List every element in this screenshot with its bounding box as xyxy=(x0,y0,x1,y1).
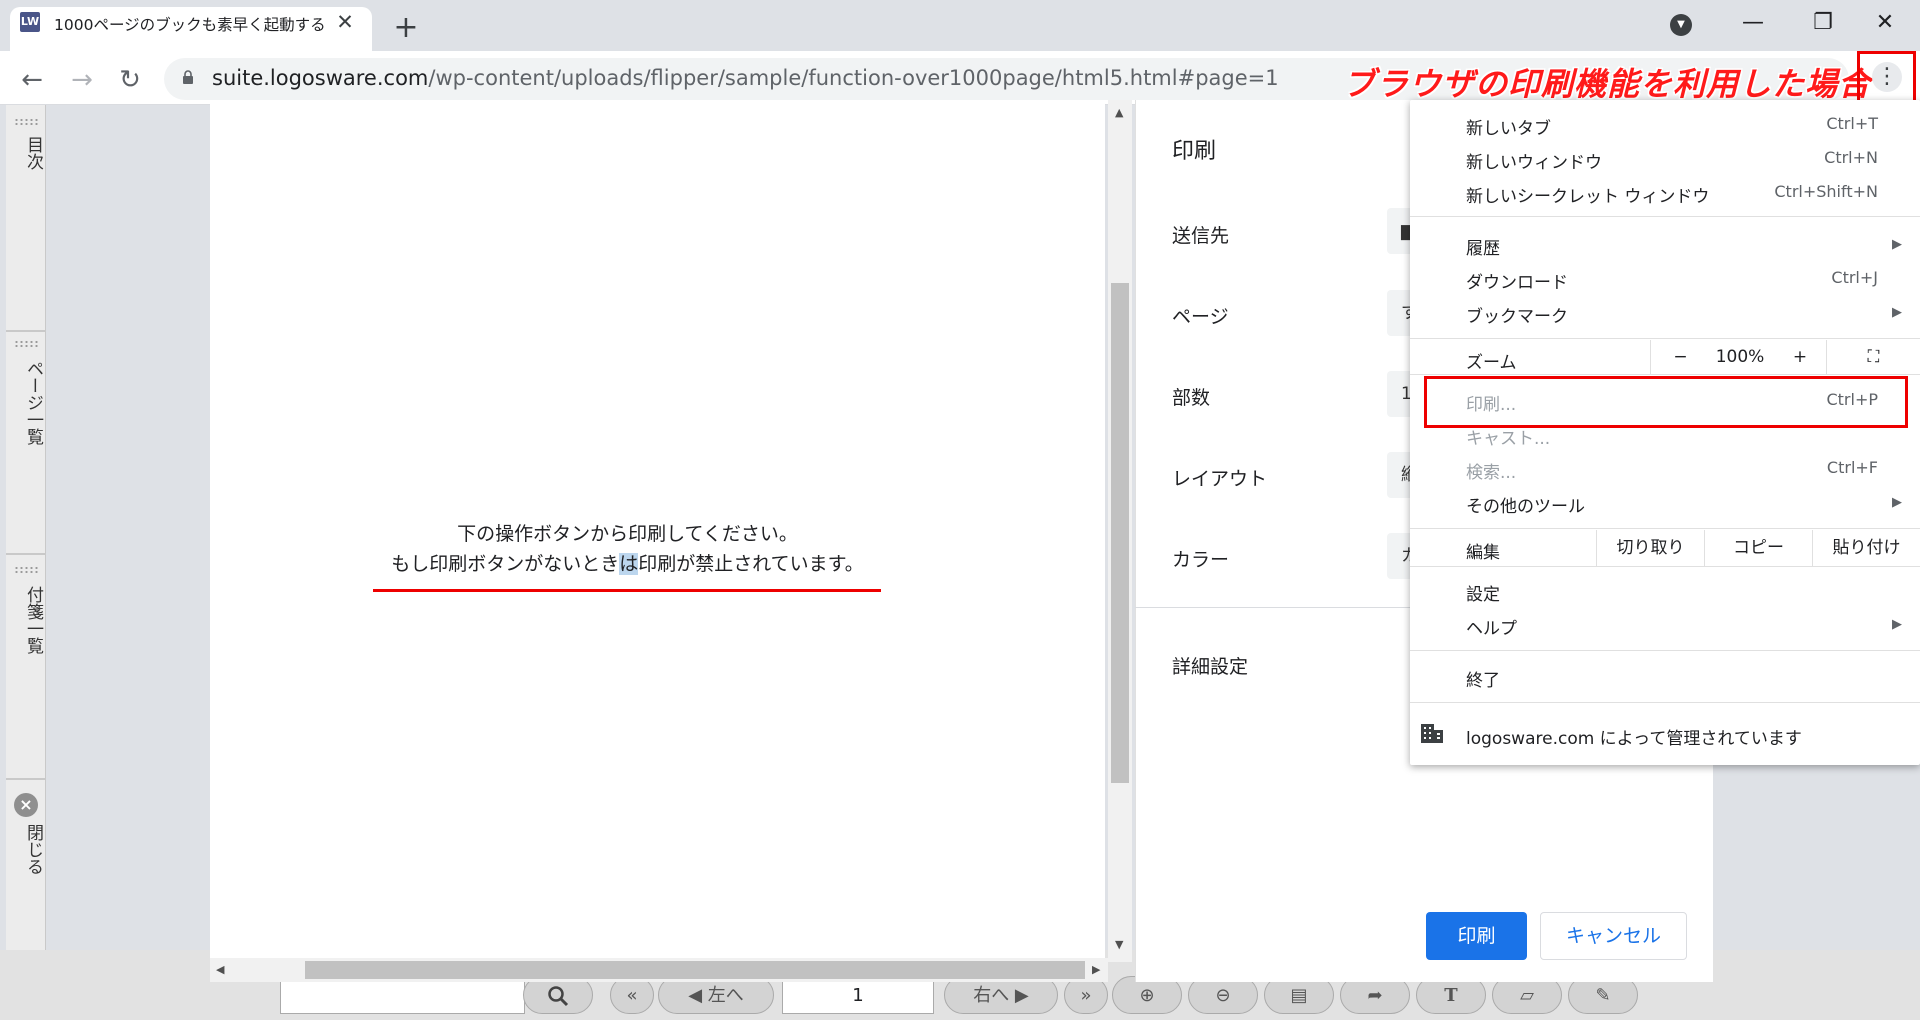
sidebar-divider xyxy=(6,330,46,332)
menu-item-exit[interactable]: 終了 xyxy=(1466,666,1500,691)
sidebar-tab-toc[interactable]: 目次 xyxy=(6,136,46,170)
copies-label: 部数 xyxy=(1172,387,1211,409)
tab-search-icon[interactable]: ▼ xyxy=(1670,14,1692,36)
grip-icon xyxy=(14,118,38,126)
scroll-up-arrow-icon[interactable]: ▲ xyxy=(1115,106,1123,119)
menu-item-new-window[interactable]: 新しいウィンドウ xyxy=(1466,148,1602,173)
lock-icon[interactable] xyxy=(182,70,194,84)
advanced-settings-toggle[interactable]: 詳細設定 xyxy=(1172,652,1248,679)
search-icon xyxy=(548,986,569,1007)
preview-message-line-1: 下の操作ボタンから印刷してください。 xyxy=(457,523,798,545)
submenu-arrow-icon: ▶ xyxy=(1892,617,1902,632)
sidebar-divider xyxy=(6,553,46,555)
prev-arrow-icon: ◀ xyxy=(688,985,708,1006)
menu-item-more-tools[interactable]: その他のツール xyxy=(1466,492,1585,517)
horizontal-scroll-thumb[interactable] xyxy=(305,961,1085,979)
print-button[interactable]: 印刷 xyxy=(1426,912,1527,960)
layout-label: レイアウト xyxy=(1172,468,1268,490)
print-item-highlight xyxy=(1424,376,1908,428)
menu-item-new-tab[interactable]: 新しいタブ xyxy=(1466,114,1551,139)
preview-message-part-b: 印刷が禁止されています。 xyxy=(638,553,864,575)
menu-item-edit: 編集 xyxy=(1466,543,1500,563)
cut-button[interactable]: 切り取り xyxy=(1596,530,1704,566)
vertical-scroll-thumb[interactable] xyxy=(1111,283,1129,783)
maximize-button[interactable]: ❐ xyxy=(1788,0,1858,46)
menu-item-settings[interactable]: 設定 xyxy=(1466,580,1500,605)
window-close-button[interactable]: ✕ xyxy=(1850,0,1920,46)
pages-label: ページ xyxy=(1172,306,1229,328)
preview-message-line-2: もし印刷ボタンがないときは印刷が禁止されています。 xyxy=(210,549,1045,576)
close-icon[interactable]: × xyxy=(14,793,38,817)
submenu-arrow-icon: ▶ xyxy=(1892,237,1902,252)
shortcut-downloads: Ctrl+J xyxy=(1831,268,1878,287)
menu-item-find[interactable]: 検索... xyxy=(1466,458,1516,483)
back-button[interactable]: ← xyxy=(14,62,50,98)
grip-icon xyxy=(14,566,38,574)
managed-by-notice[interactable]: logosware.com によって管理されています xyxy=(1466,724,1802,749)
color-label: カラー xyxy=(1172,549,1230,571)
next-arrow-icon: ▶ xyxy=(1009,985,1029,1006)
new-tab-button[interactable]: + xyxy=(388,10,424,46)
menu-item-downloads[interactable]: ダウンロード xyxy=(1466,268,1568,293)
menu-item-bookmarks[interactable]: ブックマーク xyxy=(1466,302,1568,327)
shortcut-new-tab: Ctrl+T xyxy=(1826,114,1878,133)
url-path: /wp-content/uploads/flipper/sample/funct… xyxy=(428,66,1279,90)
shortcut-find: Ctrl+F xyxy=(1826,458,1878,477)
cancel-button[interactable]: キャンセル xyxy=(1540,912,1687,960)
preview-message-part-a: もし印刷ボタンがないとき xyxy=(391,553,620,575)
url-text[interactable]: suite.logosware.com/wp-content/uploads/f… xyxy=(212,66,1279,90)
copy-button[interactable]: コピー xyxy=(1704,530,1812,566)
sidebar-tab-page-list[interactable]: ページ一覧 xyxy=(6,360,46,445)
menu-separator xyxy=(1410,702,1920,703)
shortcut-new-window: Ctrl+N xyxy=(1824,148,1878,167)
scroll-down-arrow-icon[interactable]: ▼ xyxy=(1115,938,1123,951)
building-icon xyxy=(1421,724,1443,743)
forward-button[interactable]: → xyxy=(64,62,100,98)
tab-title: 1000ページのブックも素早く起動する xyxy=(54,16,324,34)
scroll-left-arrow-icon[interactable]: ◀ xyxy=(216,963,224,976)
grip-icon xyxy=(14,340,38,348)
annotation-caption: ブラウザの印刷機能を利用した場合 xyxy=(1343,65,1872,103)
red-underline-annotation xyxy=(373,589,881,592)
menu-separator xyxy=(1410,216,1920,217)
menu-separator xyxy=(1410,650,1920,651)
fullscreen-icon[interactable]: ⛶ xyxy=(1826,340,1920,374)
print-panel-title: 印刷 xyxy=(1172,139,1217,164)
submenu-arrow-icon: ▶ xyxy=(1892,495,1902,510)
menu-button-highlight xyxy=(1857,51,1916,105)
menu-separator xyxy=(1410,566,1920,567)
zoom-out-button[interactable]: − xyxy=(1650,340,1710,374)
menu-item-incognito[interactable]: 新しいシークレット ウィンドウ xyxy=(1466,182,1709,207)
menu-separator xyxy=(1410,338,1920,339)
prev-page-label: 左へ xyxy=(707,985,744,1006)
menu-item-zoom: ズーム xyxy=(1466,353,1517,373)
zoom-level: 100% xyxy=(1715,347,1765,367)
sidebar-divider xyxy=(6,778,46,780)
destination-label: 送信先 xyxy=(1172,225,1230,247)
tab-close-icon[interactable]: ✕ xyxy=(330,7,360,37)
reload-button[interactable]: ↻ xyxy=(112,62,148,98)
zoom-in-button[interactable]: + xyxy=(1770,340,1830,374)
menu-separator xyxy=(1410,374,1920,375)
url-host: suite.logosware.com xyxy=(212,66,429,90)
logosware-favicon-icon: LW xyxy=(20,12,40,32)
paste-button[interactable]: 貼り付け xyxy=(1812,530,1920,566)
scroll-right-arrow-icon[interactable]: ▶ xyxy=(1092,963,1100,976)
sidebar-tab-sticky-list[interactable]: 付箋一覧 xyxy=(6,586,46,654)
shortcut-incognito: Ctrl+Shift+N xyxy=(1774,182,1878,201)
menu-separator xyxy=(1410,528,1920,529)
next-page-label: 右へ xyxy=(973,985,1010,1006)
minimize-button[interactable]: — xyxy=(1718,0,1788,46)
menu-item-help[interactable]: ヘルプ xyxy=(1466,614,1517,639)
sidebar-close-label[interactable]: 閉じる xyxy=(6,824,46,875)
submenu-arrow-icon: ▶ xyxy=(1892,305,1902,320)
preview-selected-text: は xyxy=(619,553,639,575)
menu-item-history[interactable]: 履歴 xyxy=(1466,234,1500,259)
